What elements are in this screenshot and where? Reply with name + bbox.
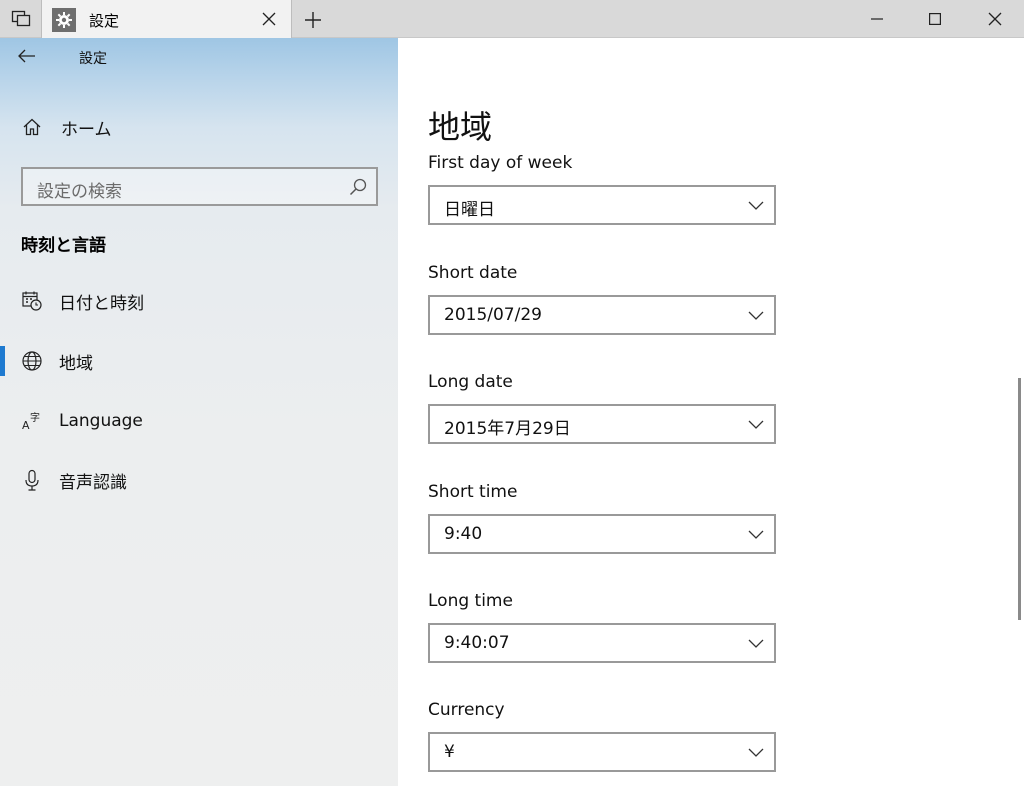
microphone-icon <box>20 468 44 492</box>
dropdown-value: 2015/07/29 <box>444 305 542 325</box>
first-day-of-week-dropdown[interactable]: 日曜日 <box>428 185 776 225</box>
svg-text:字: 字 <box>30 411 40 424</box>
search-input[interactable]: 設定の検索 <box>21 167 378 206</box>
new-tab-button[interactable] <box>296 6 330 34</box>
sidebar: 設定 ホーム 設定の検索 時刻と言語 日付と時刻 地域 A 字 Language… <box>0 38 398 786</box>
plus-icon <box>305 12 321 28</box>
currency-label: Currency <box>428 700 505 720</box>
home-icon <box>20 115 44 139</box>
long-date-label: Long date <box>428 372 513 392</box>
short-time-label: Short time <box>428 482 518 502</box>
maximize-button[interactable] <box>906 0 964 38</box>
calendar-clock-icon <box>20 289 44 313</box>
minimize-button[interactable] <box>848 0 906 38</box>
chevron-down-icon <box>748 530 764 539</box>
chevron-down-icon <box>748 639 764 648</box>
sidebar-title: 設定 <box>79 51 107 67</box>
sidebar-item-language[interactable]: A 字 Language <box>0 401 398 441</box>
short-date-dropdown[interactable]: 2015/07/29 <box>428 295 776 335</box>
maximize-icon <box>929 13 941 25</box>
globe-icon <box>20 349 44 373</box>
main-content: 地域 First day of week 日曜日 Short date 2015… <box>398 38 1024 786</box>
back-arrow-icon <box>18 49 35 63</box>
first-day-of-week-label: First day of week <box>428 153 573 173</box>
sidebar-item-speech[interactable]: 音声認識 <box>0 460 398 500</box>
search-icon <box>348 177 368 197</box>
back-button[interactable] <box>18 46 44 66</box>
dropdown-value: 日曜日 <box>444 200 495 220</box>
sidebar-item-region[interactable]: 地域 <box>0 341 398 381</box>
short-date-label: Short date <box>428 263 518 283</box>
long-time-label: Long time <box>428 591 513 611</box>
sidebar-item-label: 音声認識 <box>59 472 127 493</box>
chevron-down-icon <box>748 748 764 757</box>
long-time-dropdown[interactable]: 9:40:07 <box>428 623 776 663</box>
tab-settings[interactable]: 設定 <box>42 0 292 39</box>
chevron-down-icon <box>748 201 764 210</box>
search-placeholder: 設定の検索 <box>37 182 122 202</box>
long-date-dropdown[interactable]: 2015年7月29日 <box>428 404 776 444</box>
language-icon: A 字 <box>20 409 44 433</box>
chevron-down-icon <box>748 311 764 320</box>
sidebar-item-label: Language <box>59 411 143 431</box>
dropdown-value: 9:40 <box>444 524 483 544</box>
sidebar-item-date-time[interactable]: 日付と時刻 <box>0 281 398 321</box>
close-icon <box>262 12 276 26</box>
section-heading: 時刻と言語 <box>21 236 106 256</box>
minimize-icon <box>871 18 883 20</box>
scrollbar-thumb[interactable] <box>1018 378 1021 620</box>
short-time-dropdown[interactable]: 9:40 <box>428 514 776 554</box>
close-window-button[interactable] <box>966 0 1024 38</box>
chevron-down-icon <box>748 420 764 429</box>
sidebar-item-label: ホーム <box>61 119 112 140</box>
tab-title: 設定 <box>89 12 120 30</box>
sidebar-item-label: 日付と時刻 <box>59 293 144 314</box>
task-view-icon <box>11 10 30 27</box>
dropdown-value: 2015年7月29日 <box>444 419 571 439</box>
currency-dropdown[interactable]: ¥ <box>428 732 776 772</box>
gear-icon <box>52 8 76 32</box>
sidebar-item-label: 地域 <box>59 353 93 374</box>
dropdown-value: ¥ <box>444 742 455 762</box>
sidebar-item-home[interactable]: ホーム <box>0 107 398 147</box>
page-title: 地域 <box>428 108 493 146</box>
task-view-button[interactable] <box>0 0 42 38</box>
dropdown-value: 9:40:07 <box>444 633 510 653</box>
svg-text:A: A <box>22 419 30 432</box>
close-icon <box>988 12 1002 26</box>
title-bar: 設定 <box>0 0 1024 39</box>
tab-close-button[interactable] <box>258 8 280 30</box>
